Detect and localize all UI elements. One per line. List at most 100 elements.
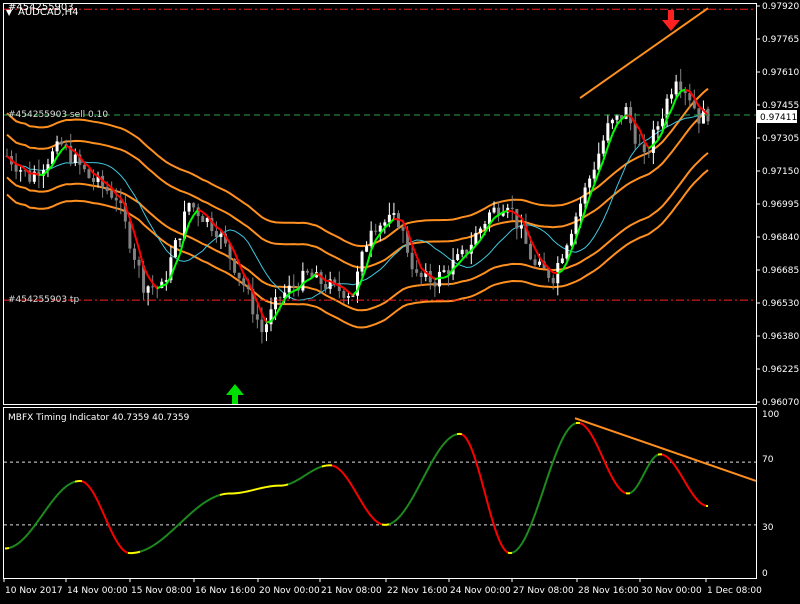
indicator-segment: [562, 436, 564, 440]
candle-body: [351, 296, 354, 297]
indicator-segment: [445, 440, 447, 442]
indicator-segment: [453, 435, 455, 436]
indicator-segment: [67, 484, 69, 485]
candle-body: [87, 169, 90, 178]
candle-body: [374, 231, 377, 232]
candle-body: [260, 320, 263, 332]
trend-segment: [189, 215, 194, 223]
indicator-segment: [616, 484, 618, 487]
candle-body: [115, 198, 118, 201]
indicator-segment: [49, 503, 51, 506]
trend-segment: [34, 173, 39, 174]
indicator-segment: [15, 544, 17, 545]
indicator-segment: [100, 506, 102, 510]
indicator-segment: [304, 475, 306, 476]
indicator-segment: [172, 529, 174, 531]
candle-body: [661, 119, 664, 127]
indicator-segment: [648, 463, 650, 466]
indicator-segment: [142, 550, 144, 551]
indicator-segment: [700, 503, 702, 504]
candle-body: [306, 271, 309, 273]
candle-body: [565, 245, 568, 258]
indicator-segment: [662, 454, 664, 455]
indicator-segment: [358, 496, 360, 499]
candle-body: [265, 324, 268, 332]
candle-body: [74, 155, 77, 163]
candle-body: [256, 314, 259, 319]
price-label: 0.96380: [762, 332, 799, 342]
indicator-segment: [447, 439, 449, 441]
indicator-segment: [622, 491, 624, 492]
chevron-down-icon[interactable]: ▼: [6, 8, 13, 17]
trend-segment: [681, 90, 686, 91]
indicator-segment: [166, 534, 168, 536]
candle-body: [365, 246, 368, 252]
trend-segment: [62, 146, 67, 151]
candle-body: [670, 94, 673, 98]
candle-body: [15, 165, 18, 172]
indicator-segment: [439, 448, 441, 451]
indicator-segment: [464, 436, 466, 438]
indicator-segment: [544, 482, 546, 488]
sell-order-label[interactable]: #454255903 sell 0.10: [8, 110, 108, 120]
price-label: 0.96530: [762, 299, 799, 309]
indicator-segment: [57, 493, 59, 495]
indicator-segment: [506, 551, 508, 552]
chart-window[interactable]: 0.979200.977650.976100.974550.973050.971…: [0, 0, 800, 600]
indicator-segment: [584, 425, 586, 427]
indicator-segment: [31, 528, 33, 531]
candle-body: [606, 123, 609, 140]
indicator-segment: [600, 452, 602, 456]
indicator-segment: [415, 490, 417, 494]
indicator-segment: [534, 512, 536, 518]
candle-body: [324, 284, 327, 289]
candle-body: [675, 82, 678, 95]
indicator-segment: [478, 468, 480, 475]
indicator-segment: [286, 484, 288, 485]
trend-segment: [376, 234, 381, 241]
indicator-segment: [474, 455, 476, 461]
indicator-segment: [502, 546, 504, 549]
indicator-segment: [650, 460, 652, 463]
candle-body: [215, 231, 218, 237]
tp-order-label[interactable]: #454255903 tp: [8, 295, 79, 305]
indicator-segment: [116, 540, 118, 543]
time-axis: 10 Nov 201714 Nov 00:0015 Nov 08:0016 No…: [4, 578, 762, 596]
candle-body: [588, 179, 591, 188]
trend-segment: [458, 260, 463, 265]
candle-body: [697, 108, 700, 123]
price-label: 0.96840: [762, 233, 799, 243]
indicator-segment: [582, 424, 584, 425]
indicator-segment: [308, 472, 310, 473]
candle-body: [110, 191, 113, 198]
indicator-segment: [516, 549, 518, 551]
candle-body: [383, 222, 386, 225]
candle-body: [147, 286, 150, 292]
indicator-segment: [704, 505, 706, 506]
indicator-segment: [417, 486, 419, 490]
indicator-segment: [401, 513, 403, 515]
indicator-segment: [702, 504, 704, 505]
indicator-segment: [482, 482, 484, 489]
indicator-segment: [640, 478, 642, 482]
indicator-segment: [356, 493, 358, 496]
candle-body: [420, 273, 423, 277]
indicator-segment: [634, 488, 636, 490]
arrow-up-icon: [226, 384, 244, 404]
candle-body: [274, 297, 277, 309]
indicator-segment: [154, 544, 156, 545]
trend-segment: [417, 256, 422, 268]
candle-body: [538, 262, 541, 265]
indicator-segment: [391, 522, 393, 523]
candle-body: [511, 208, 514, 209]
indicator-segment: [504, 549, 506, 551]
indicator-segment: [374, 519, 376, 521]
indicator-segment: [532, 517, 534, 522]
trend-segment: [367, 250, 372, 266]
indicator-segment: [610, 473, 612, 477]
arrow-down-icon: [662, 10, 680, 31]
candle-body: [106, 187, 109, 191]
indicator-segment: [560, 440, 562, 444]
indicator-segment: [310, 471, 312, 472]
chart-canvas[interactable]: 0.979200.977650.976100.974550.973050.971…: [0, 0, 800, 600]
